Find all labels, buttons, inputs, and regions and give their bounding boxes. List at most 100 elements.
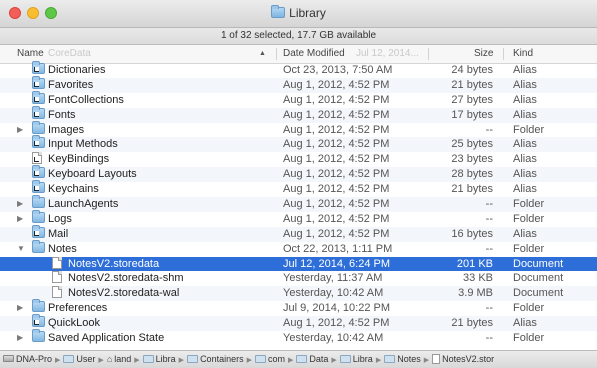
date-modified: Oct 23, 2013, 7:50 AM xyxy=(283,64,393,76)
folder-icon xyxy=(32,209,45,223)
path-crumb[interactable]: Libra ▶ xyxy=(339,351,382,368)
file-kind: Document xyxy=(513,287,564,300)
file-row[interactable]: Favorites Aug 1, 2012, 4:52 PM 21 bytes Ali… xyxy=(0,75,597,93)
path-separator-icon: ▶ xyxy=(55,357,61,364)
path-crumb-label: land xyxy=(114,354,132,364)
file-row[interactable]: Keyboard Layouts Aug 1, 2012, 4:52 PM 28 b… xyxy=(0,165,597,183)
file-size: -- xyxy=(485,198,493,211)
column-divider[interactable] xyxy=(276,48,277,60)
file-row[interactable]: Input Methods Aug 1, 2012, 4:52 PM 25 byte… xyxy=(0,135,597,153)
file-row[interactable]: ▼ Notes Oct 22, 2013, 1:11 PM -- Folder xyxy=(0,239,597,257)
date-modified: Aug 1, 2012, 4:52 PM xyxy=(283,198,390,211)
file-name: Notes xyxy=(48,242,77,255)
folder-icon xyxy=(32,299,45,313)
file-name: Logs xyxy=(48,212,72,225)
disclosure-collapsed-icon[interactable]: ▶ xyxy=(17,197,23,212)
file-size: 3.9 MB xyxy=(458,287,493,300)
path-crumb[interactable]: User ▶ xyxy=(63,351,104,368)
document-icon xyxy=(52,271,62,284)
path-separator-icon: ▶ xyxy=(423,357,430,364)
path-crumb-label: DNA-Pro xyxy=(16,354,53,364)
file-kind: Alias xyxy=(513,183,537,196)
path-crumb-label: NotesV2.stor xyxy=(442,354,495,364)
file-size: 21 bytes xyxy=(451,317,493,330)
file-row[interactable]: Keychains Aug 1, 2012, 4:52 PM 21 bytes Ali… xyxy=(0,180,597,197)
disclosure-collapsed-icon[interactable]: ▶ xyxy=(17,301,23,316)
date-column-ghost: Jul 12, 2014... xyxy=(356,48,419,59)
file-size: 25 bytes xyxy=(451,138,493,151)
path-crumb[interactable]: Data ▶ xyxy=(296,351,337,368)
size-column-header[interactable]: Size xyxy=(474,45,493,63)
column-header: Name CoreData ▲ Date Modified Jul 12, 20… xyxy=(0,45,597,64)
title-bar[interactable]: Library xyxy=(0,0,597,28)
file-row[interactable]: ▶ Logs Aug 1, 2012, 4:52 PM -- Folder xyxy=(0,209,597,227)
file-name: FontCollections xyxy=(48,93,124,106)
file-row[interactable]: NotesV2.storedata-wal Yesterday, 10:42 AM… xyxy=(0,286,597,302)
file-size: -- xyxy=(485,332,493,345)
disk-icon xyxy=(3,355,14,362)
path-crumb[interactable]: Notes ▶ xyxy=(384,351,429,368)
file-row[interactable]: NotesV2.storedata Jul 12, 2014, 6:24 PM 20… xyxy=(0,256,597,272)
date-modified: Yesterday, 10:42 AM xyxy=(283,287,384,300)
path-crumb-label: Notes xyxy=(397,354,421,364)
date-modified: Aug 1, 2012, 4:52 PM xyxy=(283,153,390,166)
path-separator-icon: ▶ xyxy=(98,357,104,364)
window-title-group: Library xyxy=(0,5,597,20)
file-row[interactable]: Dictionaries Oct 23, 2013, 7:50 AM 24 byte… xyxy=(0,61,597,78)
file-row[interactable]: Mail Aug 1, 2012, 4:52 PM 16 bytes Alias xyxy=(0,224,597,242)
sort-ascending-icon[interactable]: ▲ xyxy=(259,45,266,63)
file-kind: Alias xyxy=(513,227,537,240)
file-name: Preferences xyxy=(48,302,108,315)
file-row[interactable]: Fonts Aug 1, 2012, 4:52 PM 17 bytes Alias xyxy=(0,105,597,123)
file-row[interactable]: NotesV2.storedata-shm Yesterday, 11:37 AM… xyxy=(0,271,597,286)
date-modified: Aug 1, 2012, 4:52 PM xyxy=(283,227,390,240)
file-kind: Folder xyxy=(513,212,545,225)
path-crumb[interactable]: Containers ▶ xyxy=(187,351,252,368)
kind-column-header[interactable]: Kind xyxy=(513,45,533,63)
date-modified: Aug 1, 2012, 4:52 PM xyxy=(283,212,390,225)
file-size: -- xyxy=(485,242,493,255)
date-modified: Yesterday, 11:37 AM xyxy=(283,272,383,285)
date-modified: Aug 1, 2012, 4:52 PM xyxy=(283,93,390,106)
disclosure-collapsed-icon[interactable]: ▶ xyxy=(17,331,23,346)
date-modified: Aug 1, 2012, 4:52 PM xyxy=(283,168,390,181)
file-name: Fonts xyxy=(48,108,76,121)
file-row[interactable]: ▶ LaunchAgents Aug 1, 2012, 4:52 PM -- Folde… xyxy=(0,195,597,212)
file-row[interactable]: ▶ Preferences Jul 9, 2014, 10:22 PM -- Folde… xyxy=(0,299,597,316)
path-crumb-label: com xyxy=(267,354,285,364)
date-column-header[interactable]: Date Modified xyxy=(283,45,345,63)
path-separator-icon: ▶ xyxy=(246,357,252,364)
folder-alias-icon xyxy=(32,61,45,74)
path-separator-icon: ▶ xyxy=(178,357,185,364)
column-divider[interactable] xyxy=(503,48,504,60)
file-size: 23 bytes xyxy=(451,153,493,166)
folder-icon xyxy=(32,239,45,253)
disclosure-expanded-icon[interactable]: ▼ xyxy=(17,242,25,257)
name-column-header[interactable]: Name xyxy=(17,45,44,63)
file-size: 27 bytes xyxy=(451,93,493,106)
file-row[interactable]: QuickLook Aug 1, 2012, 4:52 PM 21 bytes Ali… xyxy=(0,314,597,332)
path-crumb[interactable]: DNA-Pro ▶ xyxy=(3,351,60,368)
path-crumb[interactable]: NotesV2.stor xyxy=(432,351,494,368)
document-icon xyxy=(52,256,62,269)
disclosure-collapsed-icon[interactable]: ▶ xyxy=(17,123,23,138)
file-row[interactable]: ▶ Images Aug 1, 2012, 4:52 PM -- Folder xyxy=(0,120,597,138)
path-crumb[interactable]: com ▶ xyxy=(254,351,293,368)
path-crumb[interactable]: Libra ▶ xyxy=(142,351,185,368)
date-modified: Yesterday, 10:42 AM xyxy=(283,332,384,345)
column-divider[interactable] xyxy=(428,48,429,60)
folder-alias-icon xyxy=(32,75,45,89)
path-crumb[interactable]: ⌂ land ▶ xyxy=(107,351,140,368)
home-icon: ⌂ xyxy=(106,354,113,364)
path-separator-icon: ▶ xyxy=(375,357,382,364)
file-row[interactable]: ▶ Saved Application State Yesterday, 10:42… xyxy=(0,329,597,346)
file-row[interactable]: KeyBindings Aug 1, 2012, 4:52 PM 23 bytes A… xyxy=(0,152,597,167)
folder-icon xyxy=(32,120,45,134)
file-row[interactable]: FontCollections Aug 1, 2012, 4:52 PM 27 by… xyxy=(0,90,597,108)
date-modified: Aug 1, 2012, 4:52 PM xyxy=(283,138,390,151)
file-kind: Folder xyxy=(513,123,545,136)
disclosure-collapsed-icon[interactable]: ▶ xyxy=(17,212,23,227)
file-kind: Alias xyxy=(513,317,537,330)
file-name: LaunchAgents xyxy=(48,198,119,211)
folder-icon xyxy=(142,355,154,363)
